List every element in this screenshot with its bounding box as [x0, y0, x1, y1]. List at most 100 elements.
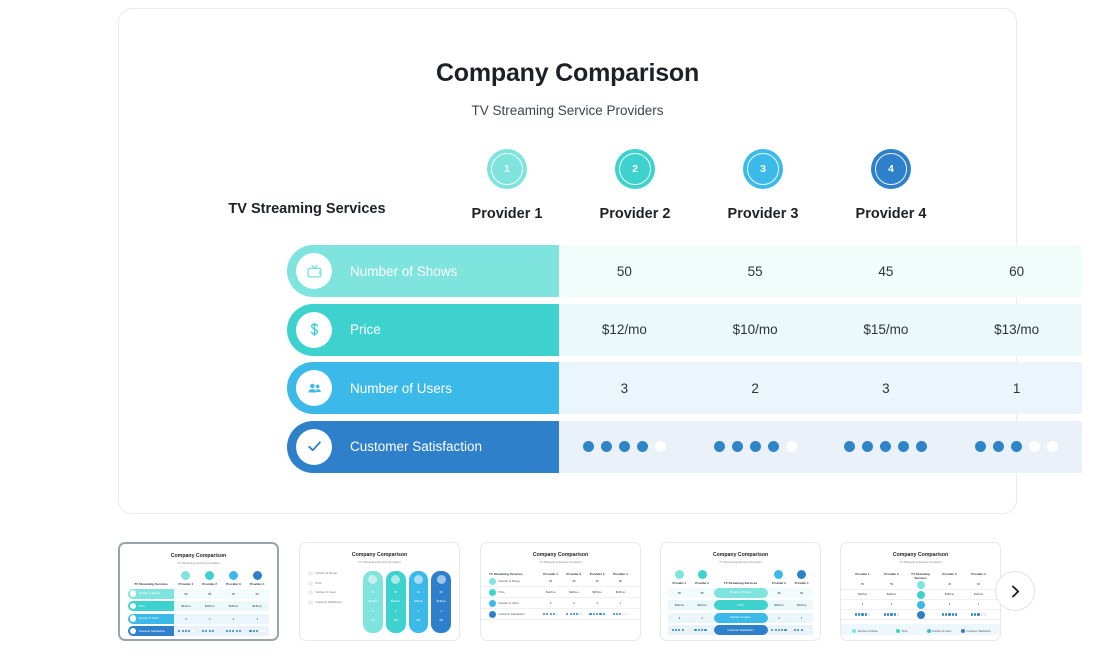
dollar-icon [310, 322, 318, 337]
rating-dots [941, 613, 958, 616]
table-row: Number of Users 3 2 3 1 [287, 362, 1082, 414]
provider-header-4: 4 Provider 4 [827, 147, 955, 222]
thumbnail-carousel[interactable]: Company Comparison TV Streaming Service P… [0, 540, 1100, 650]
rating-dot-filled [844, 441, 856, 452]
row-label-pill: Number of Users [287, 362, 559, 414]
table-cell: $12/mo [601, 322, 647, 337]
check-icon [307, 441, 321, 452]
table-row: Price $12/mo $10/mo $15/mo $13/mo [287, 303, 1082, 356]
provider-badge-2: 2 [615, 149, 655, 189]
rating-dot-filled [916, 441, 928, 452]
provider-header-3: 3 Provider 3 [699, 147, 827, 222]
tv-icon [306, 264, 322, 278]
thumb-subtitle: TV Streaming Service Providers [177, 561, 220, 565]
rating-dots [970, 613, 987, 616]
rating-dot-filled [862, 441, 874, 452]
row-header-label: TV Streaming Services [228, 201, 386, 217]
row-label: Price [350, 322, 381, 337]
thumbnail-2[interactable]: Company Comparison TV Streaming Service P… [299, 542, 460, 641]
carousel-next-button[interactable] [995, 571, 1035, 611]
provider-badge-3: 3 [743, 149, 783, 189]
thumb-subtitle: TV Streaming Service Providers [358, 560, 401, 564]
provider-number: 1 [504, 163, 510, 175]
thumb-title: Company Comparison [892, 552, 949, 558]
rating-dot-filled [880, 441, 892, 452]
rating-dots [771, 628, 787, 632]
row-values: 3 2 3 1 [559, 362, 1082, 414]
provider-header-1: 1 Provider 1 [443, 147, 571, 222]
rating-dots [612, 612, 629, 616]
rating-dot-filled [993, 441, 1005, 452]
rating-dots [793, 628, 810, 632]
rating-dot-filled [636, 441, 648, 452]
row-label-pill: Price [287, 303, 559, 356]
table-cell [951, 421, 1082, 473]
thumb-subtitle: TV Streaming Service Providers [539, 560, 582, 564]
table-row: Customer Satisfaction [287, 420, 1082, 473]
rating-dots [854, 613, 871, 616]
table-cell [821, 421, 952, 473]
row-label: Customer Satisfaction [350, 439, 483, 454]
comparison-table: TV Streaming Services 1 Provider 1 2 Provid… [119, 9, 1082, 513]
table-cell: 55 [747, 263, 763, 279]
table-cell: 60 [1009, 263, 1025, 279]
rating-dot-filled [975, 441, 987, 452]
provider-name: Provider 2 [599, 206, 671, 222]
rating-dots [582, 441, 666, 452]
table-cell: 3 [620, 380, 629, 396]
thumb-subtitle: TV Streaming Service Providers [899, 560, 942, 564]
provider-name: Provider 1 [471, 206, 543, 222]
rating-dot-filled [582, 441, 594, 452]
rating-dots [694, 628, 710, 632]
thumb-title: Company Comparison [351, 552, 408, 558]
rating-dots [542, 612, 559, 616]
row-label-pill: Number of Shows [287, 245, 559, 297]
rating-dot-empty [654, 441, 666, 452]
row-icon-circle [296, 428, 332, 465]
table-header-row: TV Streaming Services 1 Provider 1 2 Provid… [171, 147, 966, 233]
thumb-subtitle: TV Streaming Service Providers [719, 560, 762, 564]
rating-dot-filled [600, 441, 612, 452]
thumbnail-3[interactable]: Company Comparison TV Streaming Service P… [480, 542, 641, 641]
rating-dot-filled [713, 441, 725, 452]
users-icon [307, 383, 321, 392]
rating-dots [671, 628, 688, 632]
rating-dot-filled [749, 441, 761, 452]
thumbnail-4[interactable]: Company Comparison TV Streaming Service P… [660, 542, 821, 641]
comparison-slide-card[interactable]: Company Comparison TV Streaming Service … [118, 8, 1082, 514]
thumbnail-1[interactable]: Company Comparison TV Streaming Service P… [118, 542, 279, 641]
rating-dots [201, 629, 218, 633]
row-icon-circle [296, 253, 332, 289]
provider-name: Provider 3 [727, 206, 799, 222]
provider-badge-1: 1 [487, 149, 527, 189]
rating-dots [713, 441, 797, 452]
provider-header-2: 2 Provider 2 [571, 147, 699, 222]
rating-dots [883, 613, 900, 616]
table-cell [559, 421, 690, 473]
thumb-title: Company Comparison [712, 552, 769, 558]
row-label-pill: Customer Satisfaction [287, 420, 559, 473]
rating-dots [178, 629, 194, 633]
row-values [559, 420, 1082, 473]
rating-dots [975, 441, 1059, 452]
row-icon-circle [296, 370, 332, 406]
provider-badge-4: 4 [871, 149, 911, 189]
table-cell: 45 [878, 263, 894, 279]
thumb-title: Company Comparison [532, 552, 589, 558]
rating-dot-filled [731, 441, 743, 452]
row-label: Number of Shows [350, 263, 458, 279]
rating-dots [589, 612, 605, 616]
row-icon-circle [296, 311, 332, 348]
provider-name: Provider 4 [855, 206, 927, 222]
table-cell: $10/mo [732, 322, 778, 337]
rating-dot-empty [1029, 441, 1041, 452]
rating-dot-empty [785, 441, 797, 452]
table-cell: 3 [882, 380, 890, 396]
table-cell: 1 [1012, 380, 1021, 396]
rating-dot-filled [1011, 441, 1023, 452]
thumbnail-5[interactable]: Company Comparison TV Streaming Service P… [840, 542, 1001, 641]
table-cell: $15/mo [863, 322, 909, 337]
provider-number: 2 [632, 163, 638, 175]
rating-dots [225, 629, 242, 633]
provider-number: 4 [888, 163, 894, 175]
